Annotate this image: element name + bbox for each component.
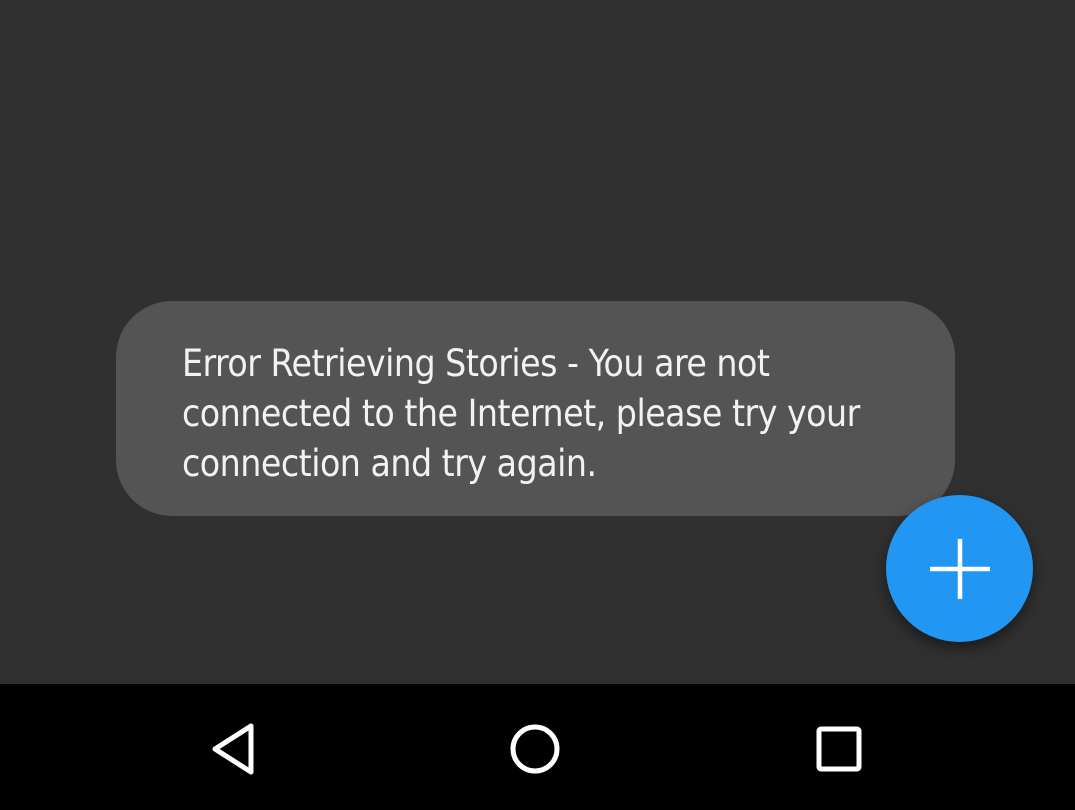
app-screen: Error Retrieving Stories - You are not c… xyxy=(0,0,1075,810)
back-button[interactable] xyxy=(189,704,279,794)
system-navigation-bar xyxy=(0,684,1075,810)
error-toast: Error Retrieving Stories - You are not c… xyxy=(116,301,955,516)
recents-square-icon xyxy=(816,726,862,772)
plus-icon xyxy=(929,538,990,599)
main-content: Error Retrieving Stories - You are not c… xyxy=(0,0,1075,684)
back-triangle-icon xyxy=(212,723,254,775)
add-story-button[interactable] xyxy=(886,495,1033,642)
home-button[interactable] xyxy=(490,704,580,794)
recents-button[interactable] xyxy=(794,704,884,794)
toast-message: Error Retrieving Stories - You are not c… xyxy=(182,342,860,485)
home-circle-icon xyxy=(510,724,560,774)
